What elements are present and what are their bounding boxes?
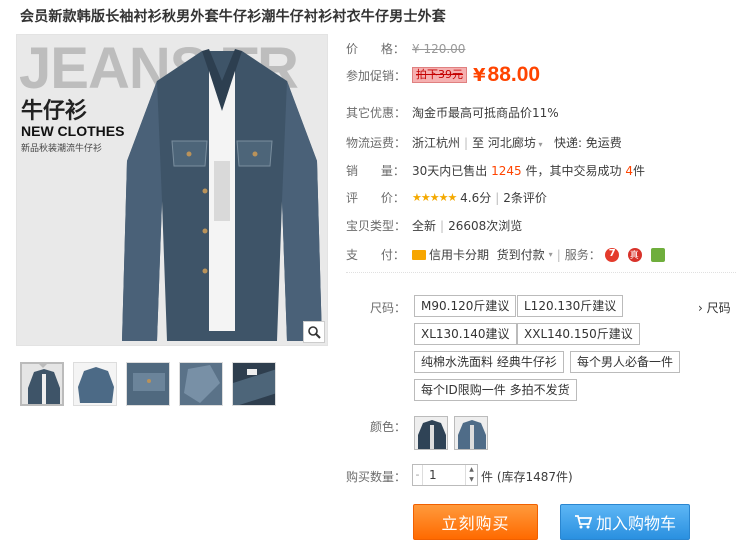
- sales-count: 1245: [491, 163, 522, 178]
- quantity-input[interactable]: 1: [423, 465, 465, 485]
- sales-suffix: 件: [632, 164, 645, 178]
- authentic-icon[interactable]: 真: [627, 247, 642, 262]
- ship-from: 浙江杭州: [412, 136, 461, 150]
- thumbnail-1[interactable]: [20, 362, 64, 406]
- thumbnail-strip: [20, 362, 276, 406]
- size-option-fabric[interactable]: 纯棉水洗面料 经典牛仔衫: [414, 351, 564, 373]
- logistics-label: 物流运费：: [346, 136, 407, 150]
- express-fee: 快递: 免运费: [553, 136, 622, 150]
- price-label: 价 格：: [346, 42, 405, 56]
- price-row: 价 格： ¥ 120.00: [346, 40, 465, 57]
- rating-row: 评 价： ★★★★★ 4.6分 | 2条评价: [346, 189, 547, 206]
- logistics-row: 物流运费： 浙江杭州 | 至 河北廊坊 ▾ 快递: 免运费: [346, 134, 622, 151]
- image-en-heading: NEW CLOTHES: [21, 123, 125, 139]
- arrow-down-icon[interactable]: ▼: [466, 475, 477, 485]
- credit-installment-link[interactable]: 信用卡分期: [429, 246, 489, 263]
- size-option-m[interactable]: M90.120斤建议: [414, 295, 517, 317]
- stock-text: 件 (库存1487件): [481, 470, 573, 484]
- cart-icon: [574, 515, 592, 529]
- product-title: 会员新款韩版长袖衬衫秋男外套牛仔衫潮牛仔衬衫衬衣牛仔男士外套: [20, 9, 446, 25]
- thumbnail-3[interactable]: [126, 362, 170, 406]
- rating-stars-icon: ★★★★★: [412, 191, 457, 204]
- size-overflow-label: 尺码: [706, 301, 731, 315]
- thumbnail-image: [74, 363, 116, 405]
- quantity-label: 购买数量：: [346, 470, 407, 484]
- size-option-l[interactable]: L120.130斤建议: [517, 295, 624, 317]
- chevron-down-icon: ▾: [535, 140, 543, 149]
- separator: |: [464, 135, 469, 150]
- item-condition: 全新: [412, 219, 437, 233]
- thumbnail-image: [233, 363, 275, 405]
- thumbnail-image: [127, 363, 169, 405]
- main-product-image: JEANS TR 牛仔衫 NEW CLOTHES 新品秋装潮流牛仔衫: [16, 34, 328, 346]
- sales-prefix: 30天内已售出: [412, 164, 488, 178]
- quantity-stepper: - 1 ▲ ▼: [412, 464, 478, 486]
- color-label: 颜色：: [370, 420, 407, 434]
- sales-mid: 件，其中交易成功: [525, 164, 622, 178]
- divider: [346, 272, 736, 273]
- view-count: 26608次浏览: [448, 219, 523, 233]
- quantity-arrows: ▲ ▼: [465, 465, 477, 485]
- promo-price: 88.00: [487, 63, 541, 86]
- other-discount-text: 淘金币最高可抵商品价11%: [412, 106, 559, 120]
- thumbnail-image: [180, 363, 222, 405]
- buy-now-label: 立刻购买: [441, 514, 510, 533]
- promo-row: 参加促销： 拍下39元 ¥ 88.00: [346, 63, 540, 87]
- sales-row: 销 量： 30天内已售出 1245 件，其中交易成功 4 件: [346, 162, 645, 179]
- separator: |: [440, 218, 445, 233]
- payment-row: 支 付： 信用卡分期 货到付款 ▾ | 服务： 7 真: [346, 246, 665, 263]
- guarantee-icon[interactable]: [650, 247, 665, 262]
- promo-tag: 拍下39元: [412, 67, 467, 83]
- size-option-musthave[interactable]: 每个男人必备一件: [570, 351, 681, 373]
- thumbnail-5[interactable]: [232, 362, 276, 406]
- thumbnail-2[interactable]: [73, 362, 117, 406]
- reviews-link[interactable]: 2条评价: [503, 189, 547, 206]
- rating-score: 4.6分: [460, 191, 492, 205]
- cod-link[interactable]: 货到付款: [497, 246, 545, 263]
- promo-label: 参加促销：: [346, 68, 407, 83]
- ship-to-city: 河北廊坊: [487, 136, 536, 150]
- currency-symbol: ¥: [473, 64, 486, 86]
- color-swatch-1[interactable]: [414, 416, 448, 450]
- quantity-decrease-button[interactable]: -: [413, 465, 423, 485]
- thumbnail-image: [22, 364, 62, 404]
- ship-to-prefix: 至: [472, 136, 485, 150]
- zoom-button[interactable]: [303, 321, 325, 343]
- size-option-limit[interactable]: 每个ID限购一件 多拍不发货: [414, 379, 577, 401]
- sales-success: 4: [625, 163, 633, 178]
- seven-day-return-icon[interactable]: 7: [604, 247, 619, 262]
- original-price: ¥ 120.00: [412, 41, 466, 56]
- chevron-right-icon: ›: [698, 301, 707, 315]
- size-option-xxl[interactable]: XXL140.150斤建议: [517, 323, 640, 345]
- swatch-image: [415, 417, 447, 449]
- image-cn-heading: 牛仔衫: [21, 99, 88, 124]
- credit-card-icon: [412, 249, 426, 260]
- sales-label: 销 量：: [346, 164, 405, 178]
- payment-label: 支 付：: [346, 248, 405, 262]
- thumbnail-4[interactable]: [179, 362, 223, 406]
- denim-jacket-illustration: [122, 49, 322, 341]
- rating-label: 评 价：: [346, 191, 405, 205]
- separator: |: [556, 247, 561, 262]
- separator: |: [495, 190, 500, 205]
- size-option-xl[interactable]: XL130.140建议: [414, 323, 517, 345]
- size-label: 尺码：: [370, 301, 407, 315]
- other-discount-label: 其它优惠：: [346, 106, 407, 120]
- chevron-down-icon: ▾: [548, 250, 553, 259]
- add-to-cart-button[interactable]: 加入购物车: [560, 504, 690, 540]
- color-swatch-2[interactable]: [454, 416, 488, 450]
- arrow-up-icon[interactable]: ▲: [466, 465, 477, 475]
- ship-to-selector[interactable]: 河北廊坊 ▾: [488, 134, 543, 151]
- service-label: 服务：: [564, 248, 601, 262]
- other-discount-row: 其它优惠： 淘金币最高可抵商品价11%: [346, 104, 559, 121]
- buy-now-button[interactable]: 立刻购买: [413, 504, 538, 540]
- swatch-image: [455, 417, 487, 449]
- add-to-cart-label: 加入购物车: [595, 514, 676, 533]
- size-overflow[interactable]: › 尺码: [698, 299, 731, 316]
- type-label: 宝贝类型：: [346, 219, 407, 233]
- image-sub-text: 新品秋装潮流牛仔衫: [21, 144, 103, 154]
- type-row: 宝贝类型： 全新 | 26608次浏览: [346, 217, 522, 234]
- magnifier-icon: [308, 326, 321, 339]
